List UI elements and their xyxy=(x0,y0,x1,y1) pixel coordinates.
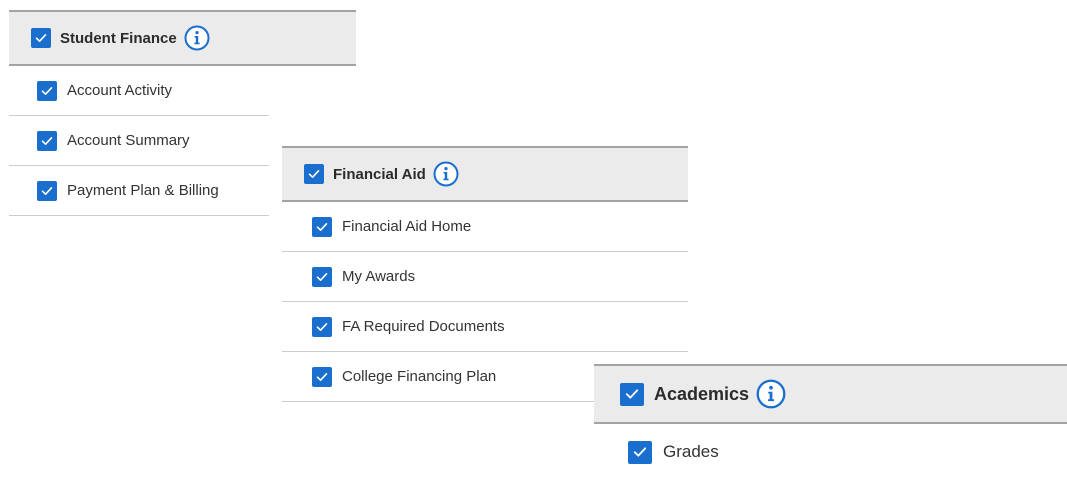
account-summary-checkbox[interactable] xyxy=(37,130,57,151)
sidebar-item-my-awards[interactable]: My Awards xyxy=(282,252,688,302)
check-icon xyxy=(41,186,53,195)
check-icon xyxy=(316,372,328,381)
item-label: Grades xyxy=(663,442,719,461)
financial-aid-header: Financial Aid xyxy=(282,146,688,202)
check-icon xyxy=(35,34,47,42)
college-financing-plan-checkbox[interactable] xyxy=(312,366,332,387)
account-activity-checkbox[interactable] xyxy=(37,80,57,101)
academics-title: Academics xyxy=(654,383,750,404)
grades-checkbox[interactable] xyxy=(628,440,652,464)
academics-panel: Academics Grades xyxy=(594,364,1067,480)
info-icon[interactable] xyxy=(433,161,459,187)
check-icon xyxy=(308,170,320,178)
check-icon xyxy=(316,322,328,331)
item-label: My Awards xyxy=(342,268,416,285)
student-finance-checkbox[interactable] xyxy=(31,28,51,48)
check-icon xyxy=(41,86,53,95)
sidebar-item-account-summary[interactable]: Account Summary xyxy=(9,116,269,166)
sidebar-item-fa-required-documents[interactable]: FA Required Documents xyxy=(282,302,688,352)
check-icon xyxy=(316,272,328,281)
financial-aid-home-checkbox[interactable] xyxy=(312,216,332,237)
sidebar-item-grades[interactable]: Grades xyxy=(594,424,1067,480)
student-finance-header: Student Finance xyxy=(9,10,356,66)
my-awards-checkbox[interactable] xyxy=(312,266,332,287)
item-label: FA Required Documents xyxy=(342,318,505,335)
academics-header: Academics xyxy=(594,364,1067,424)
item-label: Financial Aid Home xyxy=(342,218,472,235)
item-label: Account Summary xyxy=(67,132,190,149)
sidebar-item-payment-plan-billing[interactable]: Payment Plan & Billing xyxy=(9,166,269,216)
fa-required-documents-checkbox[interactable] xyxy=(312,316,332,337)
student-finance-title: Student Finance xyxy=(60,29,177,47)
info-icon[interactable] xyxy=(184,25,210,51)
financial-aid-title: Financial Aid xyxy=(333,165,426,183)
sidebar-item-account-activity[interactable]: Account Activity xyxy=(9,66,269,116)
sidebar-item-financial-aid-home[interactable]: Financial Aid Home xyxy=(282,202,688,252)
item-label: Account Activity xyxy=(67,82,173,99)
financial-aid-checkbox[interactable] xyxy=(304,164,324,184)
item-label: College Financing Plan xyxy=(342,368,497,385)
check-icon xyxy=(41,136,53,145)
check-icon xyxy=(316,222,328,231)
info-icon[interactable] xyxy=(756,379,786,409)
check-icon xyxy=(633,447,647,457)
item-label: Payment Plan & Billing xyxy=(67,182,219,199)
payment-plan-billing-checkbox[interactable] xyxy=(37,180,57,201)
academics-checkbox[interactable] xyxy=(620,382,644,406)
check-icon xyxy=(625,389,639,399)
